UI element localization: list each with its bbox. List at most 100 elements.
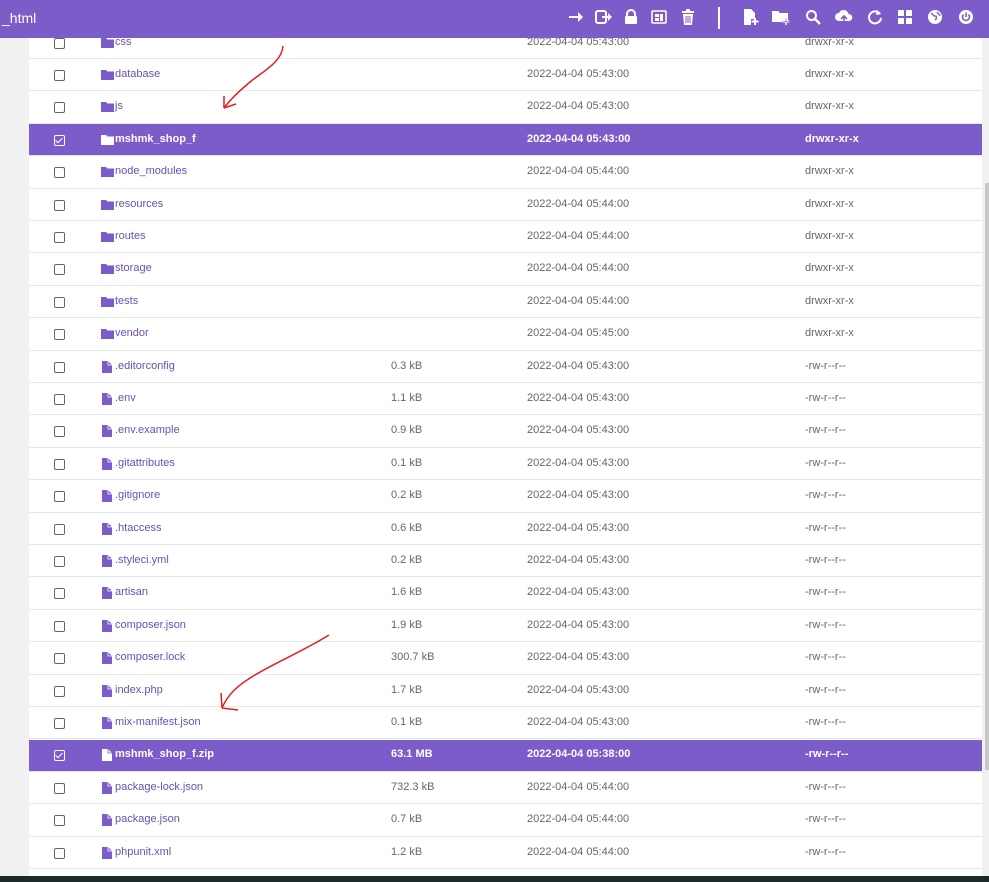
- file-name-link[interactable]: node_modules: [115, 165, 187, 177]
- file-name-link[interactable]: mshmk_shop_f: [115, 133, 196, 145]
- file-row[interactable]: css 2022-04-04 05:43:00 drwxr-xr-x: [29, 38, 982, 59]
- file-name-link[interactable]: .gitignore: [115, 489, 160, 501]
- file-name-link[interactable]: phpunit.xml: [115, 846, 171, 858]
- folder-icon: [101, 263, 114, 275]
- file-row[interactable]: composer.lock 300.7 kB 2022-04-04 05:43:00…: [29, 643, 982, 675]
- file-name-link[interactable]: package.json: [115, 813, 180, 825]
- file-name-link[interactable]: artisan: [115, 586, 148, 598]
- file-name-link[interactable]: package-lock.json: [115, 781, 203, 793]
- file-row[interactable]: resources 2022-04-04 05:44:00 drwxr-xr-x: [29, 189, 982, 221]
- file-row[interactable]: .env.example 0.9 kB 2022-04-04 05:43:00 -rw…: [29, 416, 982, 448]
- file-row[interactable]: .gitignore 0.2 kB 2022-04-04 05:43:00 -rw-r…: [29, 481, 982, 513]
- row-checkbox[interactable]: [54, 134, 65, 146]
- refresh-icon[interactable]: [865, 7, 885, 27]
- file-name-link[interactable]: .env.example: [115, 424, 180, 436]
- globe-icon[interactable]: [925, 7, 945, 27]
- row-checkbox[interactable]: [54, 588, 65, 600]
- file-row[interactable]: database 2022-04-04 05:43:00 drwxr-xr-x: [29, 59, 982, 92]
- file-name-link[interactable]: resources: [115, 198, 163, 210]
- file-size: 1.9 kB: [391, 618, 423, 631]
- file-name-link[interactable]: composer.json: [115, 619, 186, 631]
- file-name-link[interactable]: .editorconfig: [115, 360, 175, 372]
- file-row[interactable]: composer.json 1.9 kB 2022-04-04 05:43:00 -r…: [29, 610, 982, 643]
- file-row[interactable]: js 2022-04-04 05:43:00 drwxr-xr-x: [29, 92, 982, 124]
- file-row[interactable]: .gitattributes 0.1 kB 2022-04-04 05:43:00 -…: [29, 448, 982, 481]
- row-checkbox[interactable]: [54, 102, 65, 114]
- file-name-link[interactable]: vendor: [115, 327, 149, 339]
- row-checkbox[interactable]: [54, 38, 65, 49]
- file-name-link[interactable]: js: [115, 100, 123, 112]
- row-checkbox[interactable]: [54, 717, 65, 729]
- file-row[interactable]: vendor 2022-04-04 05:45:00 drwxr-xr-x: [29, 319, 982, 351]
- file-permissions: drwxr-xr-x: [805, 38, 854, 48]
- upload-icon[interactable]: [834, 7, 854, 27]
- file-row[interactable]: index.php 1.7 kB 2022-04-04 05:43:00 -rw-r-…: [29, 675, 982, 707]
- file-name-link[interactable]: .styleci.yml: [115, 554, 169, 566]
- file-name-link[interactable]: tests: [115, 295, 138, 307]
- file-row[interactable]: artisan 1.6 kB 2022-04-04 05:43:00 -rw-r--r…: [29, 578, 982, 610]
- grid-view-icon[interactable]: [895, 7, 915, 27]
- file-row[interactable]: package-lock.json 732.3 kB 2022-04-04 05:4…: [29, 772, 982, 805]
- row-checkbox[interactable]: [54, 361, 65, 373]
- row-checkbox[interactable]: [54, 264, 65, 276]
- file-row[interactable]: tests 2022-04-04 05:44:00 drwxr-xr-x: [29, 286, 982, 319]
- row-checkbox[interactable]: [54, 167, 65, 179]
- file-name-link[interactable]: .htaccess: [115, 522, 161, 534]
- file-row[interactable]: .htaccess 0.6 kB 2022-04-04 05:43:00 -rw-r-…: [29, 513, 982, 545]
- file-row[interactable]: package.json 0.7 kB 2022-04-04 05:44:00 -rw…: [29, 805, 982, 837]
- scrollbar[interactable]: [985, 183, 989, 770]
- file-row[interactable]: mshmk_shop_f 2022-04-04 05:43:00 drwxr-xr-…: [29, 124, 982, 157]
- row-checkbox[interactable]: [54, 685, 65, 697]
- new-folder-icon[interactable]: [771, 7, 791, 27]
- file-row[interactable]: mix-manifest.json 0.1 kB 2022-04-04 05:43:…: [29, 707, 982, 740]
- file-row[interactable]: mshmk_shop_f.zip 63.1 MB 2022-04-04 05:38:…: [29, 739, 982, 772]
- file-name-link[interactable]: routes: [115, 230, 146, 242]
- file-icon: [102, 425, 115, 438]
- file-name-link[interactable]: css: [115, 38, 132, 48]
- file-name-link[interactable]: composer.lock: [115, 651, 185, 663]
- archive-icon[interactable]: [649, 7, 669, 27]
- row-checkbox[interactable]: [54, 847, 65, 859]
- file-permissions: drwxr-xr-x: [805, 132, 859, 145]
- file-row[interactable]: routes 2022-04-04 05:44:00 drwxr-xr-x: [29, 221, 982, 254]
- file-row[interactable]: node_modules 2022-04-04 05:44:00 drwxr-xr-…: [29, 157, 982, 189]
- file-row[interactable]: .styleci.yml 0.2 kB 2022-04-04 05:43:00 -rw…: [29, 545, 982, 578]
- move-icon[interactable]: [594, 7, 614, 27]
- new-file-icon[interactable]: [741, 7, 761, 27]
- folder-icon: [101, 38, 114, 48]
- row-checkbox[interactable]: [54, 750, 65, 762]
- row-checkbox[interactable]: [54, 815, 65, 827]
- row-checkbox[interactable]: [54, 199, 65, 211]
- file-name-link[interactable]: mshmk_shop_f.zip: [115, 748, 214, 760]
- search-icon[interactable]: [803, 7, 823, 27]
- file-name-link[interactable]: mix-manifest.json: [115, 716, 201, 728]
- trash-icon[interactable]: [678, 7, 698, 27]
- row-checkbox[interactable]: [54, 523, 65, 535]
- row-checkbox[interactable]: [54, 393, 65, 405]
- row-checkbox[interactable]: [54, 491, 65, 503]
- folder-title: _html: [2, 10, 37, 26]
- file-name-link[interactable]: .gitattributes: [115, 457, 175, 469]
- power-icon[interactable]: [956, 7, 976, 27]
- file-row[interactable]: phpunit.xml 1.2 kB 2022-04-04 05:44:00 -rw-…: [29, 837, 982, 869]
- lock-icon[interactable]: [621, 7, 641, 27]
- row-checkbox[interactable]: [54, 653, 65, 665]
- row-checkbox[interactable]: [54, 555, 65, 567]
- file-name-link[interactable]: .env: [115, 392, 136, 404]
- row-checkbox[interactable]: [54, 329, 65, 341]
- file-name-link[interactable]: database: [115, 68, 160, 80]
- file-permissions: -rw-r--r--: [805, 845, 846, 858]
- row-checkbox[interactable]: [54, 426, 65, 438]
- row-checkbox[interactable]: [54, 782, 65, 794]
- row-checkbox[interactable]: [54, 620, 65, 632]
- file-row[interactable]: storage 2022-04-04 05:44:00 drwxr-xr-x: [29, 254, 982, 286]
- row-checkbox[interactable]: [54, 458, 65, 470]
- file-row[interactable]: .editorconfig 0.3 kB 2022-04-04 05:43:00 -r…: [29, 351, 982, 383]
- arrow-right-icon[interactable]: [566, 7, 586, 27]
- file-name-link[interactable]: storage: [115, 262, 152, 274]
- file-name-link[interactable]: index.php: [115, 684, 163, 696]
- file-row[interactable]: .env 1.1 kB 2022-04-04 05:43:00 -rw-r--r--: [29, 383, 982, 416]
- row-checkbox[interactable]: [54, 231, 65, 243]
- row-checkbox[interactable]: [54, 296, 65, 308]
- row-checkbox[interactable]: [54, 69, 65, 81]
